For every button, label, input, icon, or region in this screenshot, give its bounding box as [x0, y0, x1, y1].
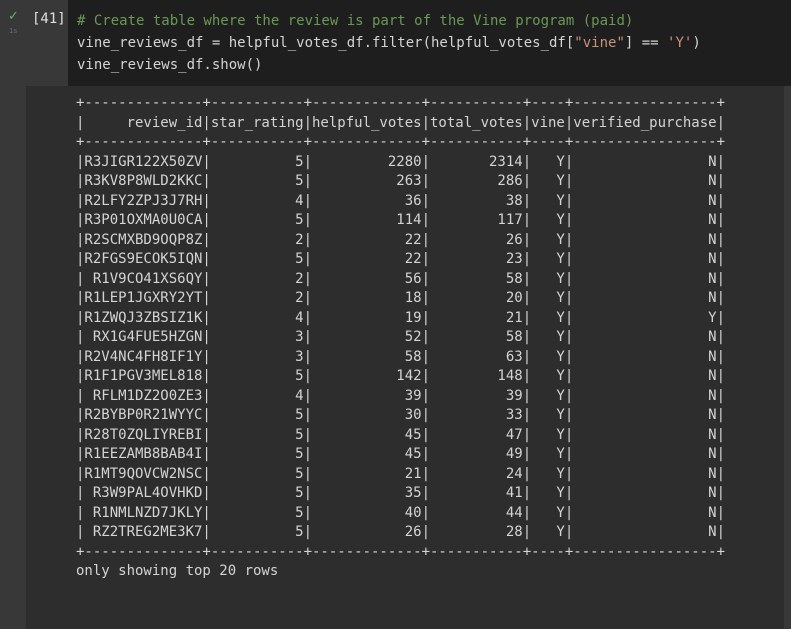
code-line-filter: vine_reviews_df = helpful_votes_df.filte… [77, 35, 701, 51]
table-row: |R1ZWQJ3ZBSIZ1K| 4| 19| 21| Y| Y| [76, 309, 726, 326]
success-check-icon: ✓ [8, 9, 19, 24]
table-row: |R2SCMXBD9OQP8Z| 2| 22| 26| Y| N| [76, 231, 726, 248]
table-row: | RZ2TREG2ME3K7| 5| 26| 28| Y| N| [76, 524, 726, 540]
table-border: +--------------+-----------+------------… [76, 134, 726, 150]
cell-gutter: ✓ 1s [0, 0, 30, 86]
table-border: +--------------+-----------+------------… [76, 95, 726, 111]
code-editor[interactable]: # Create table where the review is part … [68, 0, 791, 86]
code-comment: # Create table where the review is part … [77, 13, 634, 29]
table-row: |R1F1PGV3MEL818| 5| 142| 148| Y| N| [76, 368, 726, 384]
output-footer: only showing top 20 rows [76, 563, 279, 579]
table-row: |R3JIGR122X50ZV| 5| 2280| 2314| Y| N| [76, 153, 726, 170]
cell-output: +--------------+-----------+------------… [26, 86, 784, 629]
scroll-edge [784, 86, 791, 629]
table-row: |R1EEZAMB8BAB4I| 5| 45| 49| Y| N| [76, 446, 726, 462]
table-row: |R28T0ZQLIYREBI| 5| 45| 47| Y| N| [76, 426, 726, 443]
table-row: |R3KV8P8WLD2KKC| 5| 263| 286| Y| N| [76, 173, 726, 189]
table-header: | review_id|star_rating|helpful_votes|to… [76, 114, 726, 131]
table-row: | R3W9PAL4OVHKD| 5| 35| 41| Y| N| [76, 485, 726, 501]
table-row: | R1V9CO41XS6QY| 2| 56| 58| Y| N| [76, 270, 726, 287]
table-row: |R1LEP1JGXRY2YT| 2| 18| 20| Y| N| [76, 290, 726, 306]
execution-count: [41] [32, 11, 66, 27]
table-row: |R3P01OXMA0U0CA| 5| 114| 117| Y| N| [76, 212, 726, 228]
table-row: |R2BYBP0R21WYYC| 5| 30| 33| Y| N| [76, 407, 726, 423]
table-row: | R1NMLNZD7JKLY| 5| 40| 44| Y| N| [76, 504, 726, 521]
table-row: |R2FGS9ECOK5IQN| 5| 22| 23| Y| N| [76, 251, 726, 267]
code-line-show: vine_reviews_df.show() [77, 57, 263, 73]
table-row: | RFLM1DZ2O0ZE3| 4| 39| 39| Y| N| [76, 387, 726, 404]
dataframe-table: +--------------+-----------+------------… [76, 94, 725, 582]
table-row: |R2V4NC4FH8IF1Y| 3| 58| 63| Y| N| [76, 348, 726, 365]
table-row: |R2LFY2ZPJ3J7RH| 4| 36| 38| Y| N| [76, 192, 726, 209]
code-lines[interactable]: # Create table where the review is part … [77, 10, 701, 76]
table-border: +--------------+-----------+------------… [76, 543, 726, 560]
table-row: | RX1G4FUE5HZGN| 3| 52| 58| Y| N| [76, 329, 726, 345]
execution-time: 1s [9, 27, 18, 35]
table-row: |R1MT9QOVCW2NSC| 5| 21| 24| Y| N| [76, 465, 726, 482]
